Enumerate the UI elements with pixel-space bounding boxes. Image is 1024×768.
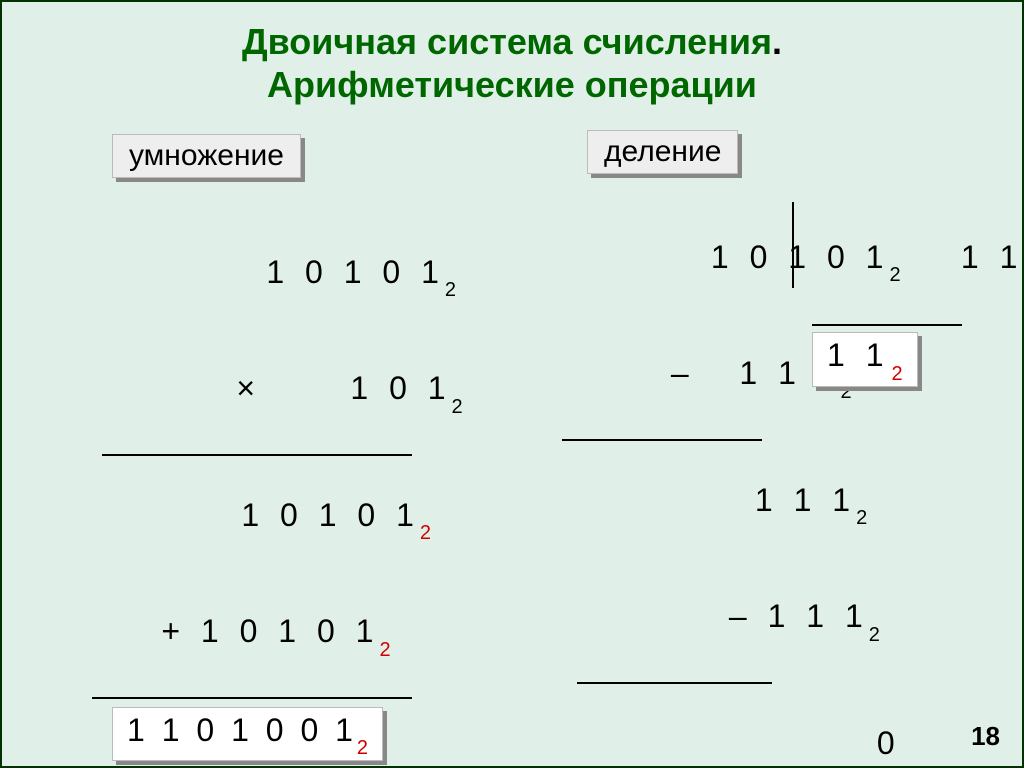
rule-line [577,682,772,684]
multiplication-block: 1 0 1 0 12 × 1 0 12 1 0 1 0 12 + 1 0 1 0… [72,217,452,761]
dividend: 1 0 1 0 12 [522,202,792,318]
slide-title: Двоичная система счисления. Арифметическ… [32,20,992,106]
multiplication-result: 1 1 0 1 0 0 12 [112,707,383,761]
division-block: 1 0 1 0 12 – 1 1 12 1 1 12 – 1 1 12 0 [522,202,982,768]
subtract-step-1: – 1 1 12 [522,318,792,434]
divisor-quotient-box: 1 1 12 1 12 [792,202,1024,387]
partial-product-1: 1 0 1 0 12 [72,460,452,576]
rule-line [102,454,412,456]
label-division: деление [587,130,738,174]
partial-product-2: + 1 0 1 0 12 [72,576,452,692]
subtract-step-2: – 1 1 12 [522,561,792,677]
multiplier-row: × 1 0 12 [72,333,452,449]
rule-line [92,697,412,699]
division-bar [812,324,962,326]
remainder-1: 1 1 12 [522,445,792,561]
multiplicand: 1 0 1 0 12 [72,217,452,333]
rule-line [562,439,762,441]
final-remainder: 0 [522,688,792,768]
divisor: 1 1 12 [812,202,1024,318]
label-multiplication: умножение [112,134,301,178]
page-number: 18 [971,721,1000,752]
title-line-1: Двоичная система счисления [242,21,772,62]
title-line-2: Арифметические операции [267,64,757,105]
quotient-result: 1 12 [812,332,918,386]
